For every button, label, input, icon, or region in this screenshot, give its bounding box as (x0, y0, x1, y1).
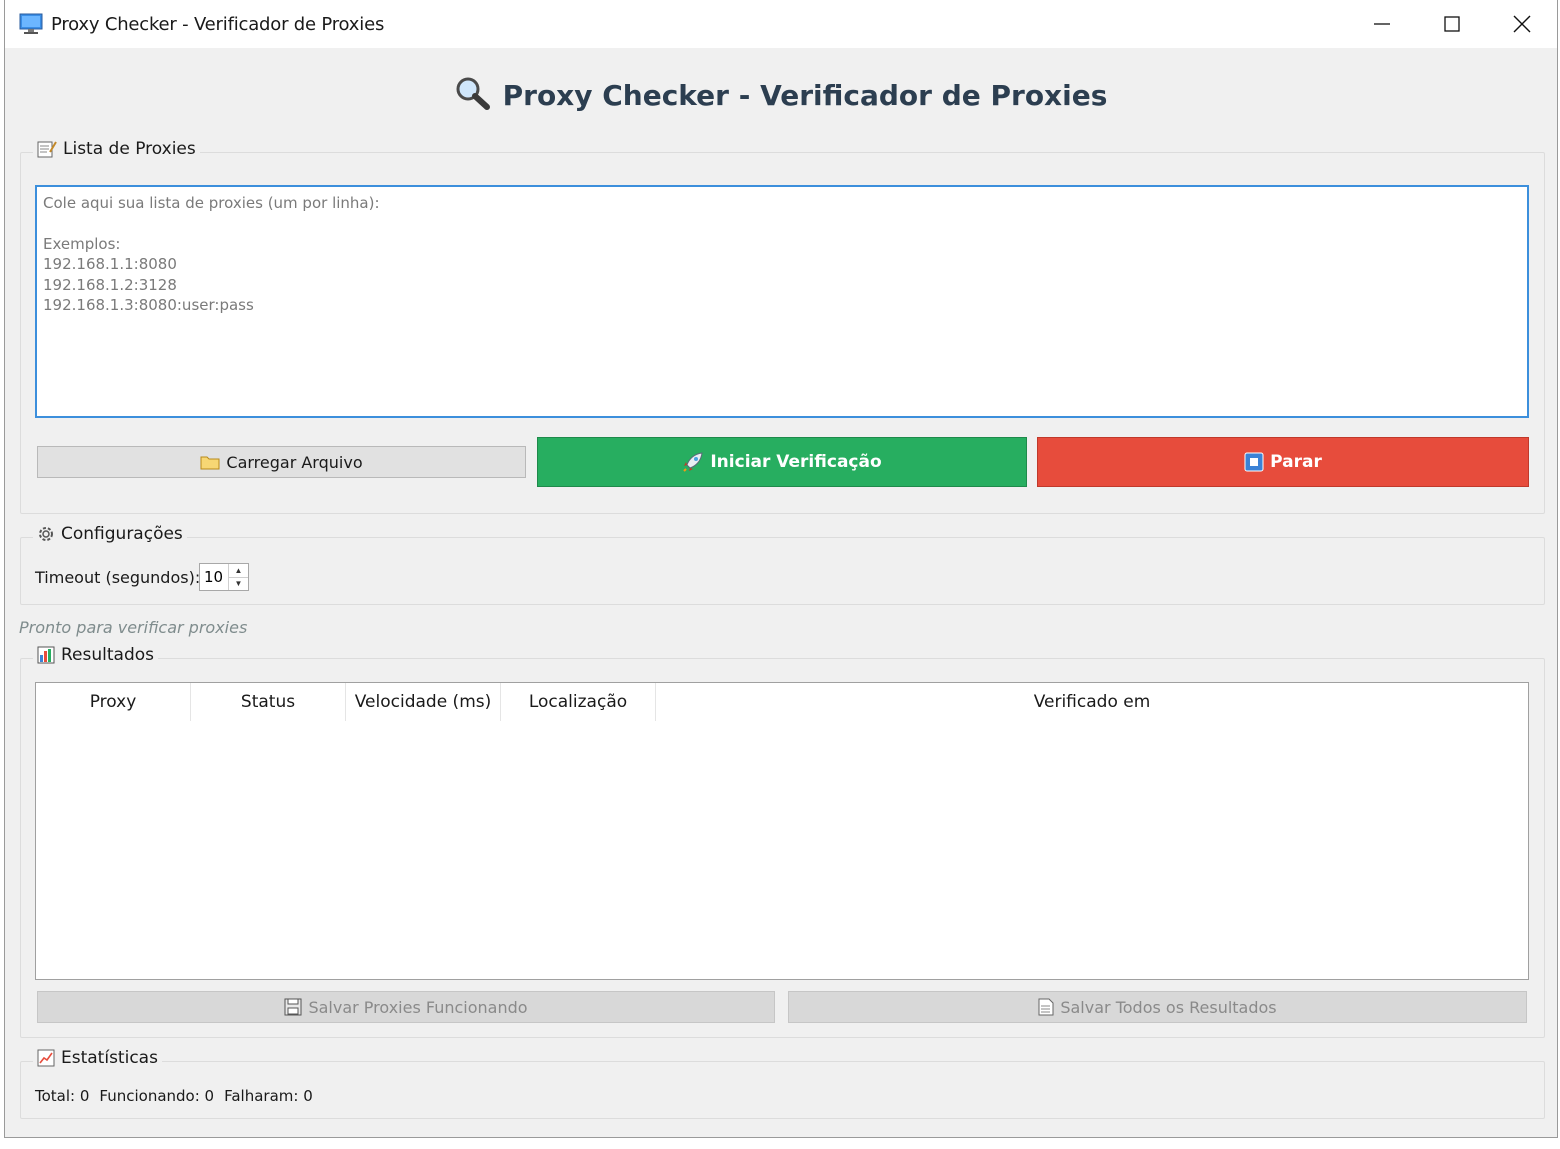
timeout-spinbox[interactable]: ▲ ▼ (199, 563, 249, 591)
floppy-disk-icon (284, 998, 302, 1016)
spin-arrows: ▲ ▼ (228, 564, 248, 590)
timeout-input[interactable] (200, 564, 228, 590)
magnifier-icon (456, 77, 490, 110)
minimize-icon (1374, 23, 1390, 25)
results-table-header: Proxy Status Velocidade (ms) Localização… (36, 683, 1528, 721)
column-header-speed[interactable]: Velocidade (ms) (346, 683, 501, 721)
maximize-button[interactable] (1417, 0, 1487, 48)
save-working-label: Salvar Proxies Funcionando (308, 997, 528, 1017)
stats-failed: Falharam: 0 (224, 1087, 313, 1105)
spin-down-icon[interactable]: ▼ (229, 576, 248, 591)
gear-icon (39, 527, 53, 541)
start-check-label: Iniciar Verificação (710, 452, 882, 472)
close-button[interactable] (1487, 0, 1557, 48)
app-window: Proxy Checker - Verificador de Proxies P… (4, 0, 1558, 1138)
status-text: Pronto para verificar proxies (19, 618, 248, 637)
save-all-label: Salvar Todos os Resultados (1060, 997, 1277, 1017)
stats-working: Funcionando: 0 (99, 1087, 215, 1105)
stop-icon (1244, 452, 1264, 472)
folder-icon (200, 456, 220, 470)
results-label-text: Resultados (61, 645, 154, 665)
column-header-status[interactable]: Status (191, 683, 346, 721)
proxy-list-input[interactable] (35, 185, 1529, 418)
monitor-icon (19, 13, 43, 34)
rocket-icon (683, 452, 703, 472)
column-header-location[interactable]: Localização (501, 683, 656, 721)
bar-chart-icon (37, 646, 55, 664)
stats-group-label: Estatísticas (33, 1048, 162, 1068)
stats-line: Total: 0 Funcionando: 0 Falharam: 0 (35, 1087, 313, 1105)
results-group-label: Resultados (33, 645, 158, 665)
config-group-label: Configurações (33, 524, 187, 544)
minimize-button[interactable] (1347, 0, 1417, 48)
stats-total: Total: 0 (35, 1087, 90, 1105)
proxy-list-group-label: Lista de Proxies (33, 139, 200, 159)
chart-increasing-icon (37, 1049, 55, 1067)
window-title: Proxy Checker - Verificador de Proxies (51, 14, 385, 35)
close-icon (1513, 15, 1531, 33)
config-label-text: Configurações (61, 524, 183, 544)
start-check-button[interactable]: Iniciar Verificação (537, 437, 1027, 487)
page-title: Proxy Checker - Verificador de Proxies (5, 76, 1557, 112)
results-table[interactable]: Proxy Status Velocidade (ms) Localização… (35, 682, 1529, 980)
proxy-list-label-text: Lista de Proxies (63, 139, 196, 159)
page-title-text: Proxy Checker - Verificador de Proxies (502, 79, 1108, 112)
timeout-label: Timeout (segundos): (35, 568, 201, 587)
column-header-checked-at[interactable]: Verificado em (656, 683, 1528, 721)
document-icon (1038, 998, 1054, 1016)
save-working-button[interactable]: Salvar Proxies Funcionando (37, 991, 775, 1023)
stop-button[interactable]: Parar (1037, 437, 1529, 487)
load-file-button[interactable]: Carregar Arquivo (37, 446, 526, 478)
column-header-proxy[interactable]: Proxy (36, 683, 191, 721)
save-all-button[interactable]: Salvar Todos os Resultados (788, 991, 1527, 1023)
spin-up-icon[interactable]: ▲ (229, 564, 248, 577)
stats-label-text: Estatísticas (61, 1048, 158, 1068)
load-file-label: Carregar Arquivo (226, 452, 363, 472)
title-bar: Proxy Checker - Verificador de Proxies (5, 0, 1557, 48)
memo-icon (37, 141, 57, 158)
stop-label: Parar (1270, 452, 1322, 472)
maximize-icon (1444, 16, 1460, 32)
